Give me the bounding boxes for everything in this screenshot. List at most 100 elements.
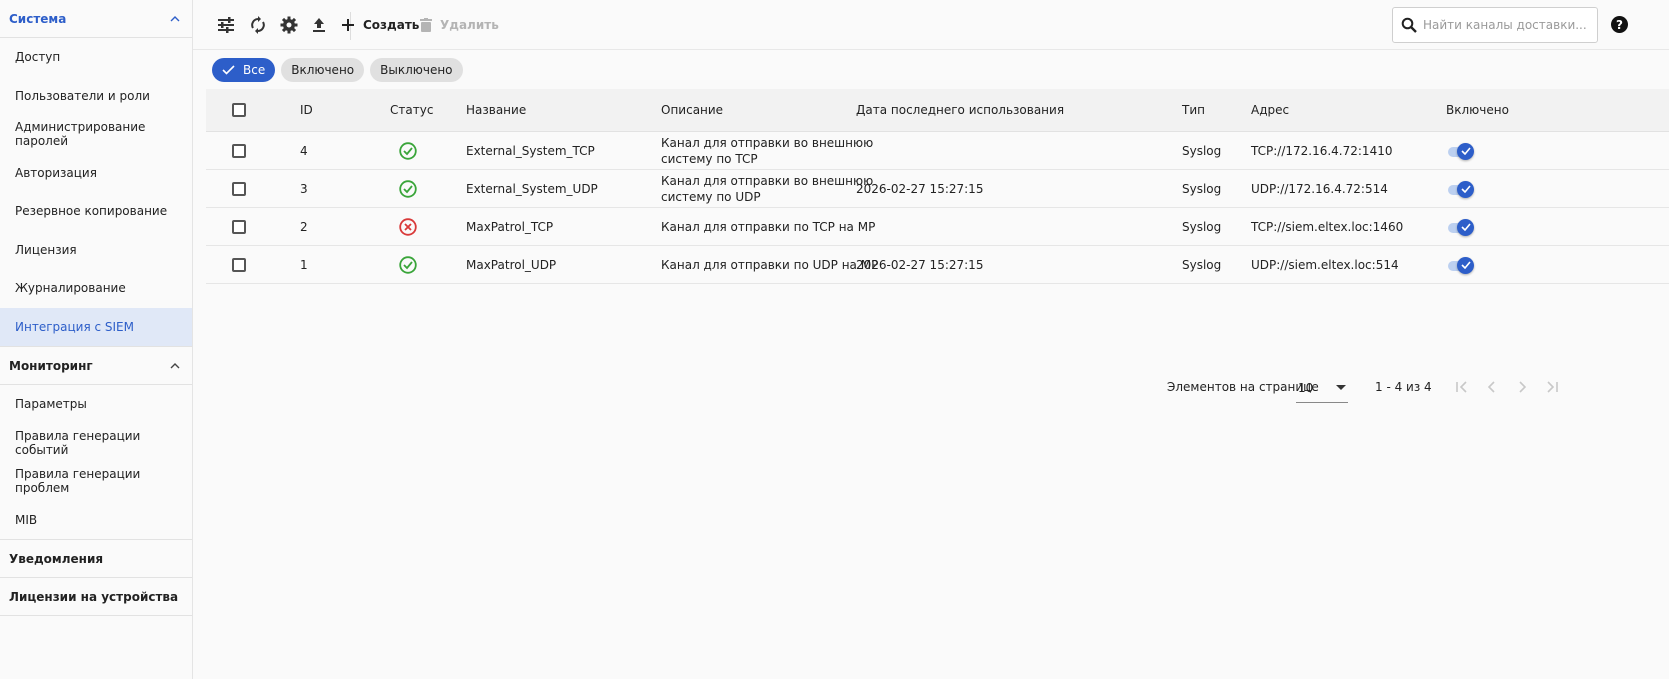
sidebar-item-siem-integration[interactable]: Интеграция с SIEM	[0, 307, 192, 346]
next-page-icon[interactable]	[1513, 378, 1531, 396]
sidebar-item-license[interactable]: Лицензия	[0, 231, 192, 270]
trash-icon	[420, 18, 432, 32]
row-address: TCP://siem.eltex.loc:1460	[1251, 219, 1404, 234]
row-name: MaxPatrol_TCP	[466, 219, 554, 234]
row-checkbox[interactable]	[232, 257, 246, 272]
pagination: Элементов на странице 10 1 - 4 из 4	[206, 372, 1669, 412]
row-description-line1: Канал для отправки по TCP на MP	[661, 219, 876, 234]
header-description[interactable]: Описание	[661, 89, 723, 131]
sidebar-item-logging[interactable]: Журналирование	[0, 269, 192, 308]
create-button[interactable]: Создать	[341, 15, 419, 35]
delete-button-label: Удалить	[440, 18, 499, 32]
last-page-icon[interactable]	[1543, 378, 1561, 396]
row-checkbox[interactable]	[232, 143, 246, 158]
header-enabled[interactable]: Включено	[1446, 89, 1509, 131]
row-type: Syslog	[1182, 181, 1222, 196]
sidebar-item-label: Резервное копирование	[15, 204, 168, 219]
filter-all-label: Все	[243, 63, 266, 77]
header-type[interactable]: Тип	[1182, 89, 1205, 131]
sidebar-item-users-roles[interactable]: Пользователи и роли	[0, 77, 192, 116]
table-header: ID Статус Название Описание Дата последн…	[206, 89, 1669, 132]
plus-icon	[342, 19, 354, 31]
sidebar-item-label: Журналирование	[15, 281, 126, 296]
tune-icon[interactable]	[216, 15, 236, 35]
select-all-checkbox[interactable]	[232, 103, 246, 117]
row-type: Syslog	[1182, 219, 1222, 234]
enabled-toggle[interactable]	[1446, 256, 1474, 274]
header-status[interactable]: Статус	[390, 89, 433, 131]
row-description-line1: Канал для отправки во внешнюю	[661, 173, 874, 188]
row-checkbox[interactable]	[232, 181, 246, 196]
header-name[interactable]: Название	[466, 89, 526, 131]
filter-disabled[interactable]: Выключено	[370, 58, 463, 82]
enabled-toggle[interactable]	[1446, 180, 1474, 198]
settings-icon[interactable]	[279, 15, 299, 35]
toolbar: Создать Удалить ?	[193, 0, 1669, 50]
sidebar-item-mib[interactable]: MIB	[0, 501, 192, 540]
check-icon	[222, 65, 235, 75]
filter-enabled-label: Включено	[291, 63, 355, 77]
row-description-line2: систему по UDP	[661, 189, 761, 204]
sidebar-section-label: Лицензии на устройства	[9, 589, 179, 604]
sidebar-section-device-licenses[interactable]: Лицензии на устройства	[0, 578, 192, 616]
sidebar-item-password-admin[interactable]: Администрирование паролей	[0, 115, 192, 154]
sidebar-items-system: Доступ Пользователи и роли Администриров…	[0, 38, 192, 347]
sidebar-item-backup[interactable]: Резервное копирование	[0, 192, 192, 231]
sidebar-item-label: MIB	[15, 512, 38, 527]
page-range: 1 - 4 из 4	[1375, 380, 1432, 394]
filter-enabled[interactable]: Включено	[281, 58, 365, 82]
header-id[interactable]: ID	[300, 89, 313, 131]
help-icon[interactable]: ?	[1611, 16, 1628, 33]
upload-icon[interactable]	[309, 15, 329, 35]
check-icon	[1460, 147, 1471, 155]
header-last-used[interactable]: Дата последнего использования	[856, 89, 1064, 131]
sidebar-item-parameters[interactable]: Параметры	[0, 385, 192, 424]
header-address[interactable]: Адрес	[1251, 89, 1289, 131]
sidebar-section-label: Уведомления	[9, 551, 104, 566]
sidebar: Система Доступ Пользователи и роли Админ…	[0, 0, 193, 679]
table-row[interactable]: 1 MaxPatrol_UDP Канал для отправки по UD…	[206, 246, 1669, 284]
sidebar-item-label: Лицензия	[15, 242, 77, 257]
sidebar-section-system[interactable]: Система	[0, 0, 192, 38]
row-address: TCP://172.16.4.72:1410	[1251, 143, 1393, 158]
row-id: 1	[300, 257, 308, 272]
filter-all[interactable]: Все	[212, 58, 276, 82]
row-name: External_System_UDP	[466, 181, 598, 196]
row-id: 3	[300, 181, 308, 196]
row-last-used: 2026-02-27 15:27:15	[856, 181, 984, 196]
refresh-icon[interactable]	[248, 15, 268, 35]
enabled-toggle[interactable]	[1446, 218, 1474, 236]
row-id: 4	[300, 143, 308, 158]
table-row[interactable]: 3 External_System_UDP Канал для отправки…	[206, 170, 1669, 208]
sidebar-item-label: Интеграция с SIEM	[15, 319, 134, 334]
table-row[interactable]: 2 MaxPatrol_TCP Канал для отправки по TC…	[206, 208, 1669, 246]
row-description-line1: Канал для отправки по UDP на MP	[661, 257, 879, 272]
check-icon	[1460, 223, 1471, 231]
sidebar-item-label: Пользователи и роли	[15, 88, 150, 103]
sidebar-item-authorization[interactable]: Авторизация	[0, 154, 192, 193]
sidebar-item-problem-rules[interactable]: Правила генерации проблем	[0, 462, 192, 501]
sidebar-item-label: Параметры	[15, 397, 87, 412]
row-address: UDP://siem.eltex.loc:514	[1251, 257, 1399, 272]
sidebar-items-monitoring: Параметры Правила генерации событий Прав…	[0, 385, 192, 540]
prev-page-icon[interactable]	[1483, 378, 1501, 396]
search-input[interactable]	[1423, 18, 1588, 32]
main-content: Создать Удалить ? Все Включено Выключено…	[193, 0, 1669, 679]
delivery-channels-table: ID Статус Название Описание Дата последн…	[206, 89, 1669, 403]
sidebar-section-label: Мониторинг	[9, 358, 93, 373]
first-page-icon[interactable]	[1453, 378, 1471, 396]
row-checkbox[interactable]	[232, 219, 246, 234]
sidebar-section-notifications[interactable]: Уведомления	[0, 540, 192, 578]
row-description-line1: Канал для отправки во внешнюю	[661, 135, 874, 150]
status-filters: Все Включено Выключено	[212, 58, 463, 82]
table-row[interactable]: 4 External_System_TCP Канал для отправки…	[206, 132, 1669, 170]
help-icon-glyph: ?	[1616, 17, 1623, 32]
delete-button[interactable]: Удалить	[420, 15, 499, 35]
enabled-toggle[interactable]	[1446, 142, 1474, 160]
sidebar-item-access[interactable]: Доступ	[0, 38, 192, 77]
status-error-icon	[399, 208, 417, 245]
row-description-line2: систему по TCP	[661, 151, 758, 166]
sidebar-section-monitoring[interactable]: Мониторинг	[0, 347, 192, 385]
sidebar-item-event-rules[interactable]: Правила генерации событий	[0, 424, 192, 463]
per-page-select[interactable]: 10	[1296, 373, 1348, 403]
